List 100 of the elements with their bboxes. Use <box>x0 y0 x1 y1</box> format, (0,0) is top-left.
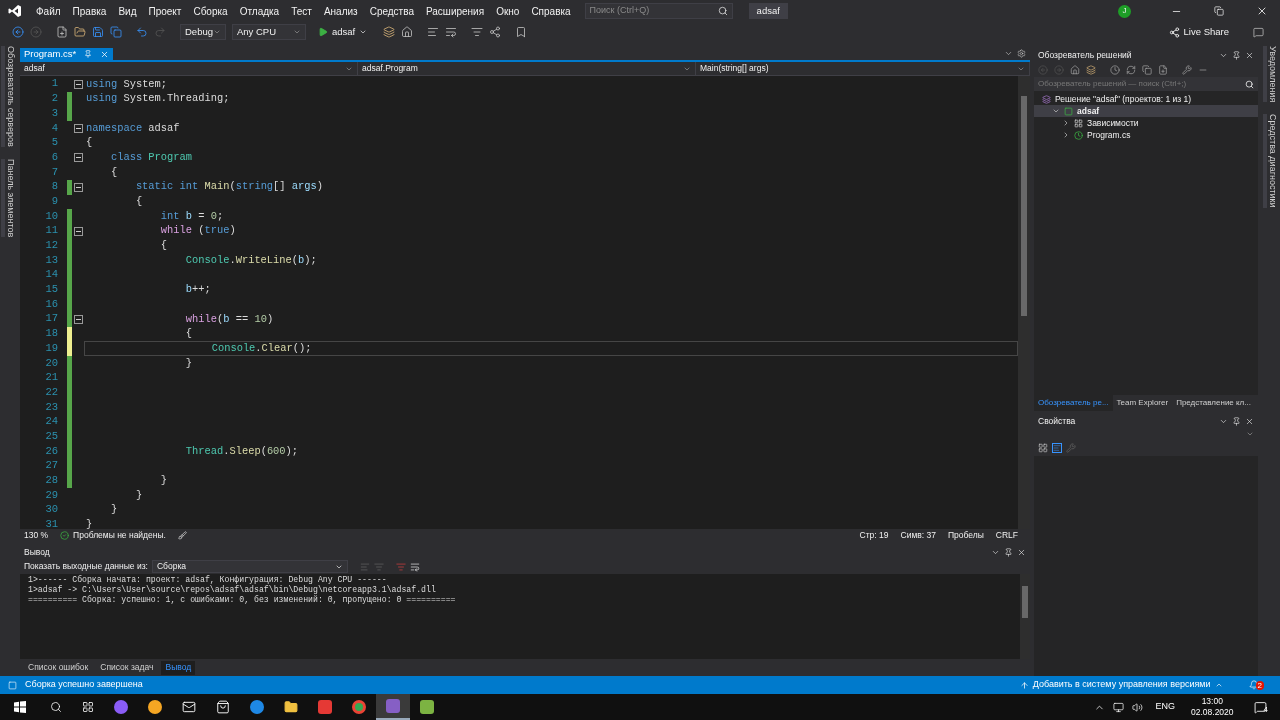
layers-icon[interactable] <box>1086 64 1096 75</box>
action-center-icon[interactable] <box>1253 700 1267 714</box>
output-line: 1>------ Сборка начата: проект: adsaf, Конфигурация: Debug Any CPU ------ <box>28 575 388 585</box>
expander-icon[interactable] <box>1062 131 1070 139</box>
home-icon[interactable] <box>401 26 414 38</box>
panel-tab[interactable]: Обозреватель ре... <box>1034 395 1113 411</box>
pin-icon[interactable] <box>84 50 93 58</box>
menu-item[interactable]: Файл <box>30 3 67 19</box>
store-icon[interactable] <box>216 700 230 714</box>
expander-icon[interactable] <box>1052 107 1060 115</box>
menu-item[interactable]: Отладка <box>233 3 286 19</box>
navigation-dropdown[interactable]: adsaf.Program <box>358 62 696 75</box>
list-icon[interactable] <box>471 26 484 38</box>
properties-icon[interactable] <box>1182 64 1192 75</box>
source-control-button[interactable]: Добавить в систему управления версиями <box>1017 678 1225 692</box>
clock-date[interactable]: 02.08.2020 <box>1191 707 1234 718</box>
share-icon[interactable] <box>489 26 502 38</box>
output-line: 1>adsaf -> C:\Users\User\source\repos\adsaf\adsaf\bin\Debug\netcoreapp3.1\adsaf.dll <box>28 585 437 595</box>
notifications-icon[interactable] <box>1248 680 1259 690</box>
folder-icon[interactable] <box>284 700 298 714</box>
menu-item[interactable]: Сборка <box>187 3 234 19</box>
line-number: 17 <box>44 311 58 327</box>
navigation-dropdown[interactable]: Main(string[] args) <box>696 62 1030 75</box>
code-line: int b = 0; <box>159 208 224 224</box>
menu-item[interactable]: Проект <box>142 3 188 19</box>
pin-icon[interactable] <box>1232 50 1241 60</box>
tree-item[interactable]: Зависимости <box>1034 117 1258 129</box>
volume-icon[interactable] <box>1132 701 1144 713</box>
column-position: Симв: 37 <box>900 529 936 542</box>
code-line: { <box>86 135 93 151</box>
mail-icon[interactable] <box>182 700 196 714</box>
language-indicator[interactable]: ENG <box>1155 700 1175 714</box>
show-files-icon[interactable] <box>1158 64 1168 75</box>
close-icon[interactable] <box>1245 416 1254 426</box>
panel-tab[interactable]: Team Explorer <box>1112 395 1173 411</box>
line-number: 27 <box>44 458 58 474</box>
new-file-icon[interactable] <box>56 26 68 38</box>
panel-tab[interactable]: Список ошибок <box>24 660 93 675</box>
start-icon[interactable] <box>14 701 26 713</box>
expander-icon[interactable] <box>1062 119 1070 127</box>
panel-tab[interactable]: Вывод <box>161 660 196 675</box>
tree-item[interactable]: Program.cs <box>1034 129 1258 141</box>
line-number: 16 <box>44 296 58 312</box>
restore-icon[interactable] <box>1214 6 1224 16</box>
menu-item[interactable]: Справка <box>525 3 577 19</box>
menu-item[interactable]: Анализ <box>317 3 364 19</box>
menu-item[interactable]: Правка <box>66 3 113 19</box>
save-all-icon[interactable] <box>110 26 122 38</box>
tree-item[interactable]: Решение "adsaf" (проектов: 1 из 1) <box>1034 93 1258 105</box>
line-number: 12 <box>44 238 58 254</box>
side-tab[interactable]: Уведомления <box>1263 46 1279 103</box>
bookmark-icon[interactable] <box>515 26 528 38</box>
tab-list-icon[interactable] <box>1004 49 1013 58</box>
close-icon[interactable] <box>1245 50 1254 60</box>
document-tab[interactable]: Program.cs* <box>20 48 114 60</box>
panel-tab[interactable]: Список задач <box>96 660 158 675</box>
brush-icon[interactable] <box>177 531 187 540</box>
menu-item[interactable]: Средства <box>363 3 420 19</box>
live-share-button[interactable]: Live Share <box>1166 24 1231 40</box>
wrap-icon[interactable] <box>445 26 458 38</box>
alphabetical-icon[interactable] <box>1052 443 1062 453</box>
close-icon[interactable] <box>1256 5 1268 17</box>
align-icon[interactable] <box>427 26 440 38</box>
line-number: 10 <box>44 208 58 224</box>
close-icon[interactable] <box>1017 547 1026 557</box>
tree-item[interactable]: adsaf <box>1034 105 1258 117</box>
platform-dropdown[interactable]: Any CPU <box>232 24 306 40</box>
configuration-dropdown[interactable]: Debug <box>180 24 226 40</box>
search-icon[interactable] <box>50 701 62 713</box>
save-icon[interactable] <box>92 26 104 38</box>
navigation-dropdown[interactable]: adsaf <box>20 62 358 75</box>
history-icon[interactable] <box>1110 64 1120 75</box>
sync-icon[interactable] <box>1126 64 1136 75</box>
clock-time[interactable]: 13:00 <box>1201 696 1223 707</box>
feedback-icon[interactable] <box>1253 26 1264 38</box>
pin-icon[interactable] <box>1004 547 1013 557</box>
line-ending: CRLF <box>995 529 1018 542</box>
home-icon[interactable] <box>1070 64 1080 75</box>
task-view-icon[interactable] <box>82 701 94 713</box>
zoom-level[interactable]: 130 % <box>24 529 49 542</box>
word-wrap-icon[interactable] <box>409 561 420 572</box>
menu-item[interactable]: Тест <box>285 3 318 19</box>
back-icon[interactable] <box>12 26 24 38</box>
settings-icon[interactable] <box>1017 49 1026 58</box>
categorized-icon[interactable] <box>1038 443 1048 453</box>
network-icon[interactable] <box>1113 701 1125 713</box>
panel-tab[interactable]: Представление кл... <box>1172 395 1255 411</box>
menu-item[interactable]: Вид <box>112 3 143 19</box>
output-source-dropdown[interactable]: Сборка <box>151 560 348 573</box>
search-field[interactable]: Поиск (Ctrl+Q) <box>584 3 733 19</box>
search-icon[interactable] <box>717 6 728 16</box>
menu-item[interactable]: Расширения <box>419 3 491 19</box>
side-tab[interactable]: Средства диагностики <box>1263 114 1279 208</box>
run-button[interactable]: adsaf <box>316 24 370 40</box>
layers-icon[interactable] <box>383 26 396 38</box>
issues-status[interactable]: Проблемы не найдены. <box>73 529 166 542</box>
line-number: 22 <box>44 384 58 400</box>
undo-icon[interactable] <box>136 26 148 38</box>
menu-item[interactable]: Окно <box>490 3 526 19</box>
pin-icon[interactable] <box>1232 416 1241 426</box>
